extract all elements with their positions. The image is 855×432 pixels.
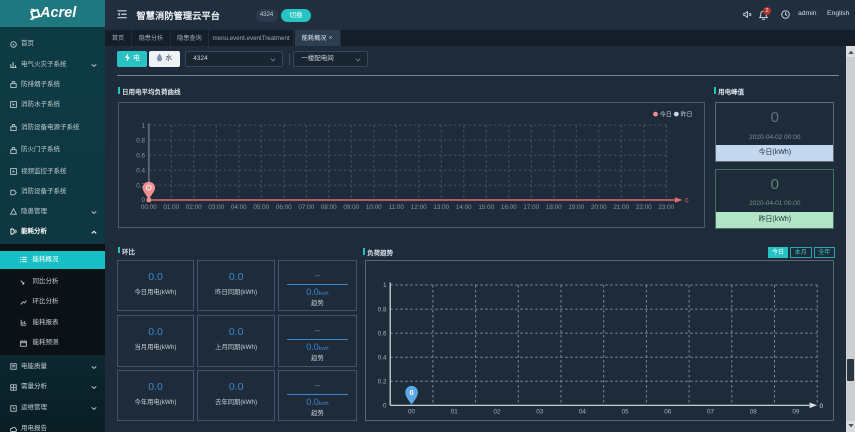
svg-text:02:00: 02:00 <box>185 204 201 211</box>
svg-text:18:00: 18:00 <box>545 204 561 211</box>
svg-text:16:00: 16:00 <box>500 204 516 211</box>
svg-text:1: 1 <box>141 123 145 130</box>
svg-text:19:00: 19:00 <box>568 204 584 211</box>
svg-text:17:00: 17:00 <box>523 204 539 211</box>
svg-text:07: 07 <box>707 408 715 415</box>
svg-text:0.8: 0.8 <box>136 138 145 145</box>
svg-text:06: 06 <box>664 408 672 415</box>
svg-text:0: 0 <box>409 388 413 397</box>
svg-text:00:00: 00:00 <box>140 204 156 211</box>
svg-text:0.4: 0.4 <box>378 354 387 361</box>
svg-text:04:00: 04:00 <box>230 204 246 211</box>
svg-text:08:00: 08:00 <box>320 204 336 211</box>
svg-text:10:00: 10:00 <box>365 204 381 211</box>
svg-text:09: 09 <box>792 408 800 415</box>
svg-text:00: 00 <box>408 408 416 415</box>
svg-text:1: 1 <box>383 282 387 289</box>
svg-text:0.6: 0.6 <box>136 153 145 160</box>
svg-text:0.8: 0.8 <box>378 306 387 313</box>
svg-text:08: 08 <box>749 408 757 415</box>
svg-text:0: 0 <box>685 198 689 205</box>
svg-text:03: 03 <box>536 408 544 415</box>
svg-text:今日: 今日 <box>659 111 671 119</box>
svg-text:22:00: 22:00 <box>635 204 651 211</box>
svg-text:0.6: 0.6 <box>378 330 387 337</box>
svg-text:05: 05 <box>621 408 629 415</box>
svg-text:21:00: 21:00 <box>613 204 629 211</box>
svg-text:03:00: 03:00 <box>208 204 224 211</box>
svg-text:06:00: 06:00 <box>275 204 291 211</box>
svg-text:昨日: 昨日 <box>680 111 692 119</box>
svg-text:01:00: 01:00 <box>163 204 179 211</box>
svg-text:11:00: 11:00 <box>388 204 404 211</box>
svg-text:0: 0 <box>819 403 823 410</box>
svg-text:05:00: 05:00 <box>253 204 269 211</box>
svg-text:13:00: 13:00 <box>433 204 449 211</box>
svg-text:09:00: 09:00 <box>343 204 359 211</box>
svg-text:14:00: 14:00 <box>455 204 471 211</box>
svg-text:0: 0 <box>383 402 387 409</box>
svg-text:20:00: 20:00 <box>590 204 606 211</box>
svg-text:01: 01 <box>450 408 458 415</box>
svg-text:23:00: 23:00 <box>658 204 674 211</box>
svg-text:15:00: 15:00 <box>478 204 494 211</box>
svg-text:12:00: 12:00 <box>410 204 426 211</box>
svg-text:0.2: 0.2 <box>378 378 387 385</box>
svg-text:07:00: 07:00 <box>298 204 314 211</box>
svg-text:04: 04 <box>579 408 587 415</box>
svg-text:0.4: 0.4 <box>136 168 145 175</box>
svg-text:02: 02 <box>493 408 501 415</box>
